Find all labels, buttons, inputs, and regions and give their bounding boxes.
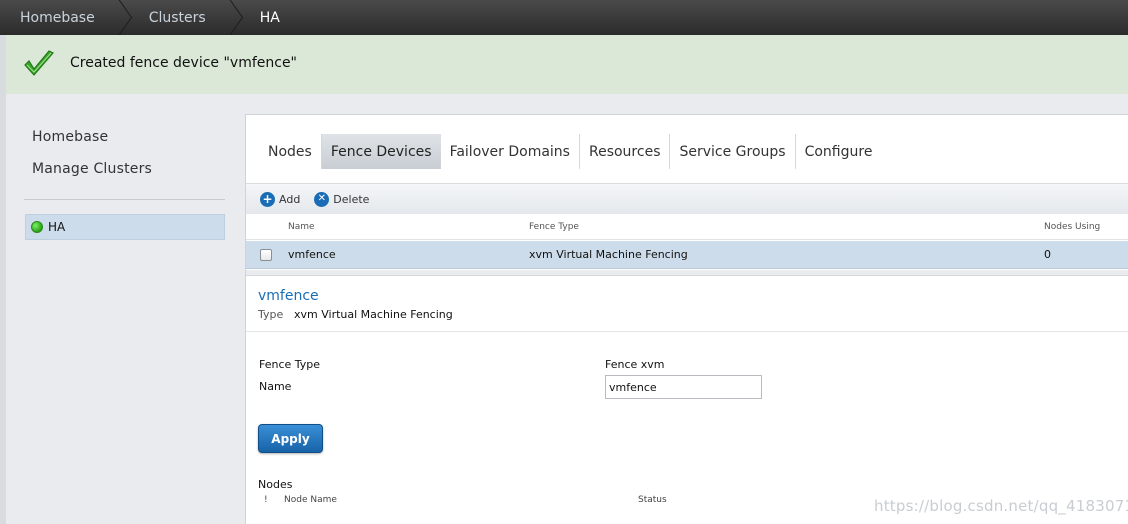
tab-resources[interactable]: Resources — [580, 134, 671, 169]
fence-type-label: Fence Type — [259, 358, 321, 371]
success-banner: Created fence device "vmfence" — [6, 35, 1128, 94]
breadcrumb-clusters[interactable]: Clusters — [129, 0, 226, 35]
close-icon: ✕ — [314, 191, 330, 207]
apply-button[interactable]: Apply — [258, 424, 323, 453]
tab-service-groups[interactable]: Service Groups — [670, 134, 796, 169]
table-header: Name Fence Type Nodes Using — [246, 214, 1128, 240]
name-label: Name — [259, 380, 292, 393]
add-label: Add — [279, 192, 301, 206]
row-checkbox[interactable] — [260, 249, 272, 261]
breadcrumb: Homebase Clusters HA — [0, 0, 1128, 35]
column-header-name[interactable]: Name — [288, 222, 315, 232]
table-row[interactable]: vmfence xvm Virtual Machine Fencing 0 — [246, 241, 1128, 269]
toolbar: + Add ✕ Delete — [246, 183, 1128, 214]
sidebar: Homebase Manage Clusters HA — [6, 94, 245, 524]
cell-fence-type: xvm Virtual Machine Fencing — [529, 248, 688, 261]
sidebar-divider — [24, 199, 225, 200]
tab-fence-devices[interactable]: Fence Devices — [321, 134, 441, 169]
status-online-icon — [31, 221, 43, 233]
tab-failover-domains[interactable]: Failover Domains — [441, 134, 580, 169]
detail-divider — [246, 331, 1128, 332]
breadcrumb-current-cluster: HA — [259, 9, 280, 26]
detail-title: vmfence — [258, 288, 319, 304]
column-header-fence-type[interactable]: Fence Type — [529, 222, 579, 232]
main-panel: Nodes Fence Devices Failover Domains Res… — [245, 114, 1128, 524]
checkmark-icon — [24, 50, 54, 76]
nodes-column-node-name[interactable]: Node Name — [284, 495, 337, 505]
banner-message: Created fence device "vmfence" — [70, 55, 297, 71]
nodes-column-alert: ! — [264, 495, 268, 505]
delete-label: Delete — [333, 192, 370, 206]
name-field[interactable] — [605, 375, 762, 399]
sidebar-cluster-ha[interactable]: HA — [25, 214, 225, 240]
nodes-column-status[interactable]: Status — [638, 495, 667, 505]
watermark: https://blog.csdn.net/qq_41830712 — [874, 497, 1128, 515]
breadcrumb-homebase[interactable]: Homebase — [0, 0, 115, 35]
section-gap — [246, 270, 1128, 276]
nodes-section-title: Nodes — [258, 478, 293, 491]
plus-icon: + — [260, 191, 275, 207]
detail-type-label: Type — [258, 308, 284, 321]
column-header-nodes-using[interactable]: Nodes Using — [1044, 222, 1100, 232]
tab-bar: Nodes Fence Devices Failover Domains Res… — [259, 134, 881, 169]
cluster-label: HA — [48, 220, 66, 234]
sidebar-item-homebase[interactable]: Homebase — [32, 129, 108, 145]
breadcrumb-separator — [226, 0, 240, 35]
detail-type-value: xvm Virtual Machine Fencing — [294, 308, 453, 321]
cell-nodes-using: 0 — [1044, 248, 1051, 261]
breadcrumb-separator — [115, 0, 129, 35]
cell-name: vmfence — [288, 248, 336, 261]
tab-nodes[interactable]: Nodes — [259, 134, 322, 169]
tab-configure[interactable]: Configure — [796, 134, 882, 169]
delete-button[interactable]: ✕ Delete — [314, 191, 370, 207]
sidebar-item-manage-clusters[interactable]: Manage Clusters — [32, 161, 152, 177]
fence-type-value: Fence xvm — [605, 358, 665, 371]
add-button[interactable]: + Add — [260, 191, 301, 207]
